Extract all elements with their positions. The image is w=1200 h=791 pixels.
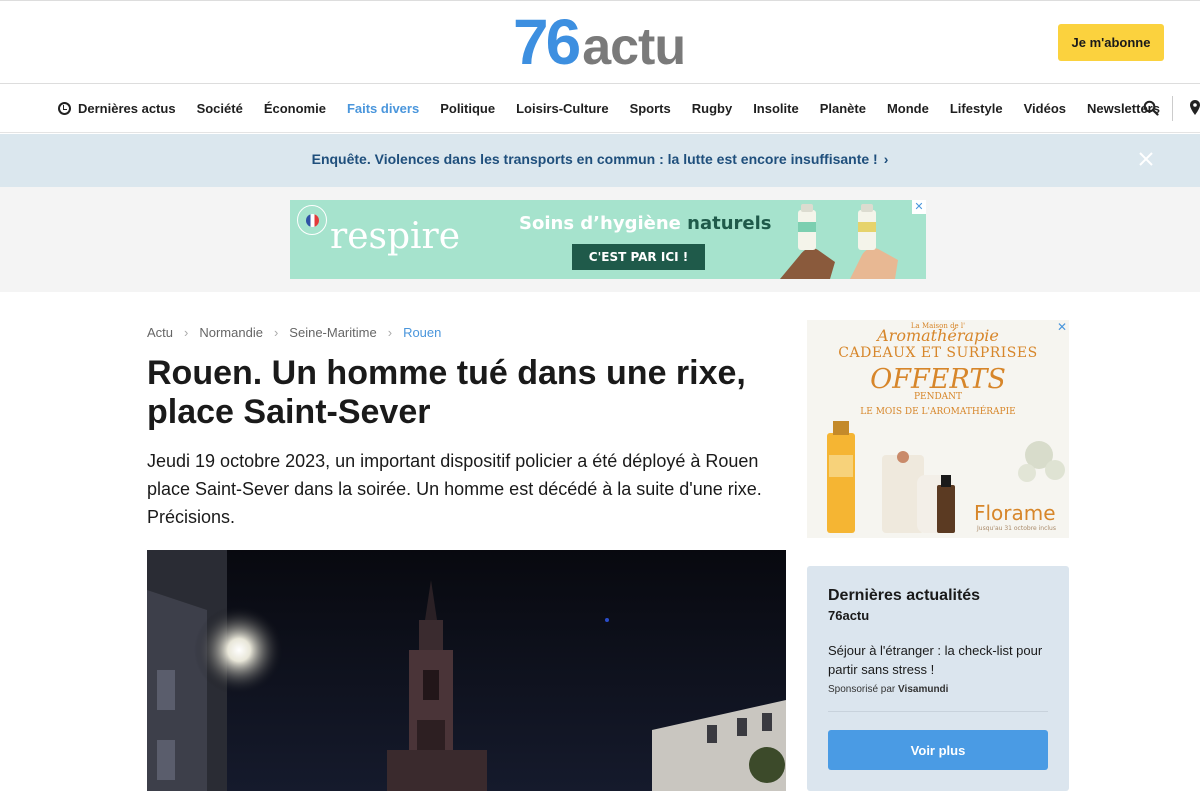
ad-headline-plain: Soins d’hygiène	[519, 213, 688, 234]
article-photo[interactable]	[147, 550, 786, 791]
nav-item-dernieres-actus[interactable]: Dernières actus	[58, 101, 176, 116]
news-divider	[828, 711, 1048, 712]
chevron-right-icon: ›	[883, 151, 889, 167]
nav-item-politique[interactable]: Politique	[440, 101, 495, 116]
nav-item-label: Dernières actus	[78, 101, 176, 116]
nav-item-planete[interactable]: Planète	[820, 101, 866, 116]
ad-florame-logo: Florame	[974, 501, 1056, 525]
ad-headline: Soins d’hygiène naturels	[519, 213, 771, 234]
location-pin-icon[interactable]	[1190, 100, 1200, 116]
latest-news-box: Dernières actualités 76actu Séjour à l'é…	[807, 566, 1069, 791]
sponsored-label: Sponsorisé par Visamundi	[828, 684, 948, 695]
side-advertisement[interactable]: La Maison de l' Aromathérapie CADEAUX ET…	[807, 320, 1069, 538]
nav-item-loisirs-culture[interactable]: Loisirs-Culture	[516, 101, 608, 116]
nav-item-faits-divers[interactable]: Faits divers	[347, 101, 419, 116]
clock-icon	[58, 102, 71, 115]
french-flag-icon	[305, 213, 319, 227]
chevron-right-icon: ›	[387, 325, 393, 340]
ad-line1: CADEAUX ET SURPRISES	[838, 345, 1038, 361]
chevron-right-icon: ›	[184, 325, 189, 340]
sponsored-prefix: Sponsorisé par	[828, 684, 899, 695]
article-lead: Jeudi 19 octobre 2023, un important disp…	[147, 451, 762, 527]
nav-divider	[1172, 96, 1173, 121]
nav-items: Dernières actus Société Économie Faits d…	[58, 84, 1181, 133]
see-more-button[interactable]: Voir plus	[828, 730, 1048, 770]
ad-headline-bold: naturels	[687, 213, 772, 234]
advertisement-banner[interactable]: respire Soins d’hygiène naturels C'EST P…	[290, 200, 926, 279]
ad-line3: PENDANT	[913, 392, 963, 402]
search-icon[interactable]	[1143, 100, 1159, 116]
logo-word: actu	[582, 18, 686, 76]
alert-link[interactable]: Enquête. Violences dans les transports e…	[0, 151, 1200, 167]
ad-close-icon[interactable]: ✕	[912, 200, 926, 214]
news-item-link[interactable]: Séjour à l'étranger : la check-list pour…	[828, 641, 1053, 679]
news-box-title: Dernières actualités	[828, 587, 981, 604]
alert-banner: Enquête. Violences dans les transports e…	[0, 134, 1200, 187]
ad-brand: respire	[330, 216, 461, 257]
breadcrumb: Actu › Normandie › Seine-Maritime › Roue…	[147, 325, 441, 340]
alert-text: Enquête. Violences dans les transports e…	[311, 151, 878, 167]
nav-item-insolite[interactable]: Insolite	[753, 101, 799, 116]
news-box-source: 76actu	[828, 608, 870, 623]
article-title: Rouen. Un homme tué dans une rixe, place…	[147, 354, 746, 431]
nav-item-monde[interactable]: Monde	[887, 101, 929, 116]
ad-brand-name: Aromathérapie	[877, 326, 999, 345]
sponsor-name[interactable]: Visamundi	[898, 684, 948, 695]
ad-cta[interactable]: C'EST PAR ICI !	[572, 244, 705, 270]
nav-item-lifestyle[interactable]: Lifestyle	[950, 101, 1003, 116]
nav-item-economie[interactable]: Économie	[264, 101, 326, 116]
made-in-france-badge	[297, 205, 327, 235]
ad-line4: LE MOIS DE L'AROMATHÉRAPIE	[860, 407, 1016, 417]
nav-item-videos[interactable]: Vidéos	[1024, 101, 1066, 116]
subscribe-button[interactable]: Je m'abonne	[1058, 24, 1164, 61]
site-header: 76 actu Je m'abonne	[0, 0, 1200, 84]
logo-number: 76	[513, 6, 581, 78]
ad-line2: OFFERTS	[870, 364, 1006, 395]
breadcrumb-actu[interactable]: Actu	[147, 325, 173, 340]
close-icon[interactable]	[1137, 150, 1155, 168]
ad-until: Jusqu'au 31 octobre inclus	[977, 525, 1056, 532]
breadcrumb-normandie[interactable]: Normandie	[199, 325, 263, 340]
product-hands-image	[780, 204, 898, 279]
nav-item-rugby[interactable]: Rugby	[692, 101, 732, 116]
main-nav: Dernières actus Société Économie Faits d…	[0, 84, 1200, 133]
nav-item-sports[interactable]: Sports	[630, 101, 671, 116]
breadcrumb-rouen[interactable]: Rouen	[403, 325, 441, 340]
site-logo[interactable]: 76 actu	[513, 6, 686, 78]
breadcrumb-seine-maritime[interactable]: Seine-Maritime	[289, 325, 376, 340]
chevron-right-icon: ›	[273, 325, 279, 340]
ad-close-icon[interactable]: ✕	[1055, 320, 1069, 334]
nav-item-societe[interactable]: Société	[197, 101, 243, 116]
